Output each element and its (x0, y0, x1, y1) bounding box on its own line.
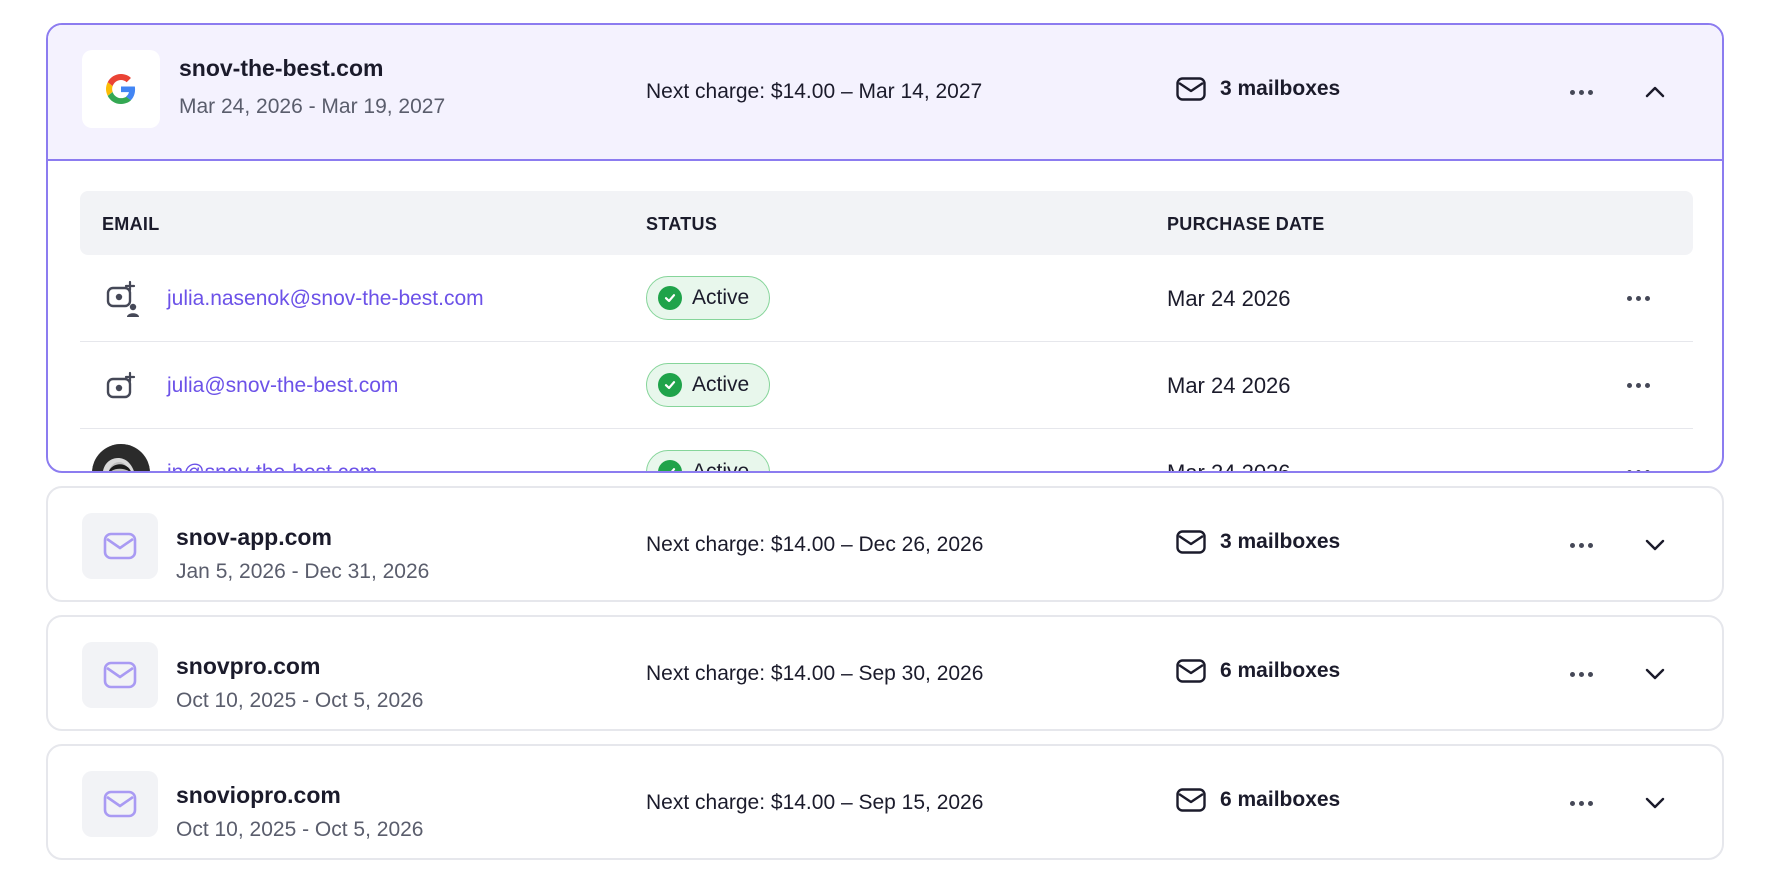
domain-card[interactable]: snov-app.com Jan 5, 2026 - Dec 31, 2026 … (46, 486, 1724, 602)
mailbox-count: 6 mailboxes (1176, 659, 1340, 683)
domain-date-range: Oct 10, 2025 - Oct 5, 2026 (176, 818, 424, 841)
envelope-icon (1176, 77, 1206, 101)
row-more-options-button[interactable] (1621, 291, 1655, 305)
status-label: Active (692, 373, 750, 396)
next-charge: Next charge: $14.00 – Dec 26, 2026 (646, 533, 984, 556)
column-purchase-date: PURCHASE DATE (1167, 214, 1325, 234)
domain-logo (82, 642, 158, 708)
mailbox-count-label: 6 mailboxes (1220, 788, 1341, 811)
more-options-button[interactable] (1564, 667, 1598, 681)
domain-card: snov-the-best.com Mar 24, 2026 - Mar 19,… (46, 23, 1724, 473)
check-circle-icon (658, 460, 682, 471)
next-charge: Next charge: $14.00 – Sep 15, 2026 (646, 791, 984, 814)
envelope-icon (1176, 530, 1206, 554)
mailbox-email-link[interactable]: julia@snov-the-best.com (167, 374, 398, 398)
domain-card-header[interactable]: snoviopro.com Oct 10, 2025 - Oct 5, 2026… (48, 746, 1722, 858)
domain-logo (82, 771, 158, 837)
envelope-icon (103, 532, 137, 560)
chevron-down-icon[interactable] (1642, 790, 1668, 816)
more-options-button[interactable] (1564, 538, 1598, 552)
mailbox-table: EMAIL STATUS PURCHASE DATE julia.nasenok… (80, 191, 1693, 473)
table-row: jn@snov-the-best.com Active Mar 24 2026 (80, 429, 1693, 473)
domain-date-range: Jan 5, 2026 - Dec 31, 2026 (176, 560, 430, 583)
column-status: STATUS (646, 214, 718, 234)
domain-card-header[interactable]: snov-app.com Jan 5, 2026 - Dec 31, 2026 … (48, 488, 1722, 600)
table-row: julia.nasenok@snov-the-best.com Active M… (80, 255, 1693, 342)
avatar (92, 444, 150, 471)
domain-name: snovpro.com (176, 653, 321, 679)
camera-add-user-icon (102, 279, 142, 319)
table-header: EMAIL STATUS PURCHASE DATE (80, 191, 1693, 255)
purchase-date: Mar 24 2026 (1167, 460, 1291, 473)
domain-name: snov-the-best.com (179, 55, 384, 81)
chevron-down-icon[interactable] (1642, 532, 1668, 558)
mailbox-count-label: 3 mailboxes (1220, 77, 1341, 100)
next-charge: Next charge: $14.00 – Sep 30, 2026 (646, 662, 984, 685)
domain-card-header[interactable]: snovpro.com Oct 10, 2025 - Oct 5, 2026 N… (48, 617, 1722, 729)
row-more-options-button[interactable] (1621, 378, 1655, 392)
domain-name: snov-app.com (176, 524, 332, 550)
check-circle-icon (658, 373, 682, 397)
chevron-up-icon[interactable] (1642, 79, 1668, 105)
envelope-icon (103, 661, 137, 689)
camera-add-icon (102, 366, 142, 406)
domain-card[interactable]: snoviopro.com Oct 10, 2025 - Oct 5, 2026… (46, 744, 1724, 860)
domain-card[interactable]: snovpro.com Oct 10, 2025 - Oct 5, 2026 N… (46, 615, 1724, 731)
more-options-button[interactable] (1564, 85, 1598, 99)
envelope-icon (1176, 788, 1206, 812)
domain-date-range: Oct 10, 2025 - Oct 5, 2026 (176, 689, 424, 712)
mailbox-count: 6 mailboxes (1176, 788, 1340, 812)
status-badge: Active (646, 276, 770, 320)
domain-card-header[interactable]: snov-the-best.com Mar 24, 2026 - Mar 19,… (48, 25, 1722, 161)
status-label: Active (692, 286, 750, 309)
mailbox-email-link[interactable]: jn@snov-the-best.com (167, 461, 377, 471)
status-badge: Active (646, 450, 770, 473)
column-email: EMAIL (102, 214, 160, 234)
mailbox-count: 3 mailboxes (1176, 77, 1340, 101)
mailbox-count-label: 6 mailboxes (1220, 659, 1341, 682)
more-options-button[interactable] (1564, 796, 1598, 810)
status-label: Active (692, 460, 750, 473)
chevron-down-icon[interactable] (1642, 661, 1668, 687)
domain-logo (82, 513, 158, 579)
table-row: julia@snov-the-best.com Active Mar 24 20… (80, 342, 1693, 429)
check-circle-icon (658, 286, 682, 310)
mailbox-count-label: 3 mailboxes (1220, 530, 1341, 553)
google-icon (106, 74, 136, 104)
envelope-icon (103, 790, 137, 818)
purchase-date: Mar 24 2026 (1167, 286, 1291, 311)
domain-logo (82, 50, 160, 128)
next-charge: Next charge: $14.00 – Mar 14, 2027 (646, 80, 983, 103)
domain-name: snoviopro.com (176, 782, 341, 808)
envelope-icon (1176, 659, 1206, 683)
row-more-options-button[interactable] (1621, 465, 1655, 471)
status-badge: Active (646, 363, 770, 407)
domain-date-range: Mar 24, 2026 - Mar 19, 2027 (179, 95, 446, 118)
purchase-date: Mar 24 2026 (1167, 373, 1291, 398)
mailbox-count: 3 mailboxes (1176, 530, 1340, 554)
mailbox-email-link[interactable]: julia.nasenok@snov-the-best.com (167, 287, 484, 311)
